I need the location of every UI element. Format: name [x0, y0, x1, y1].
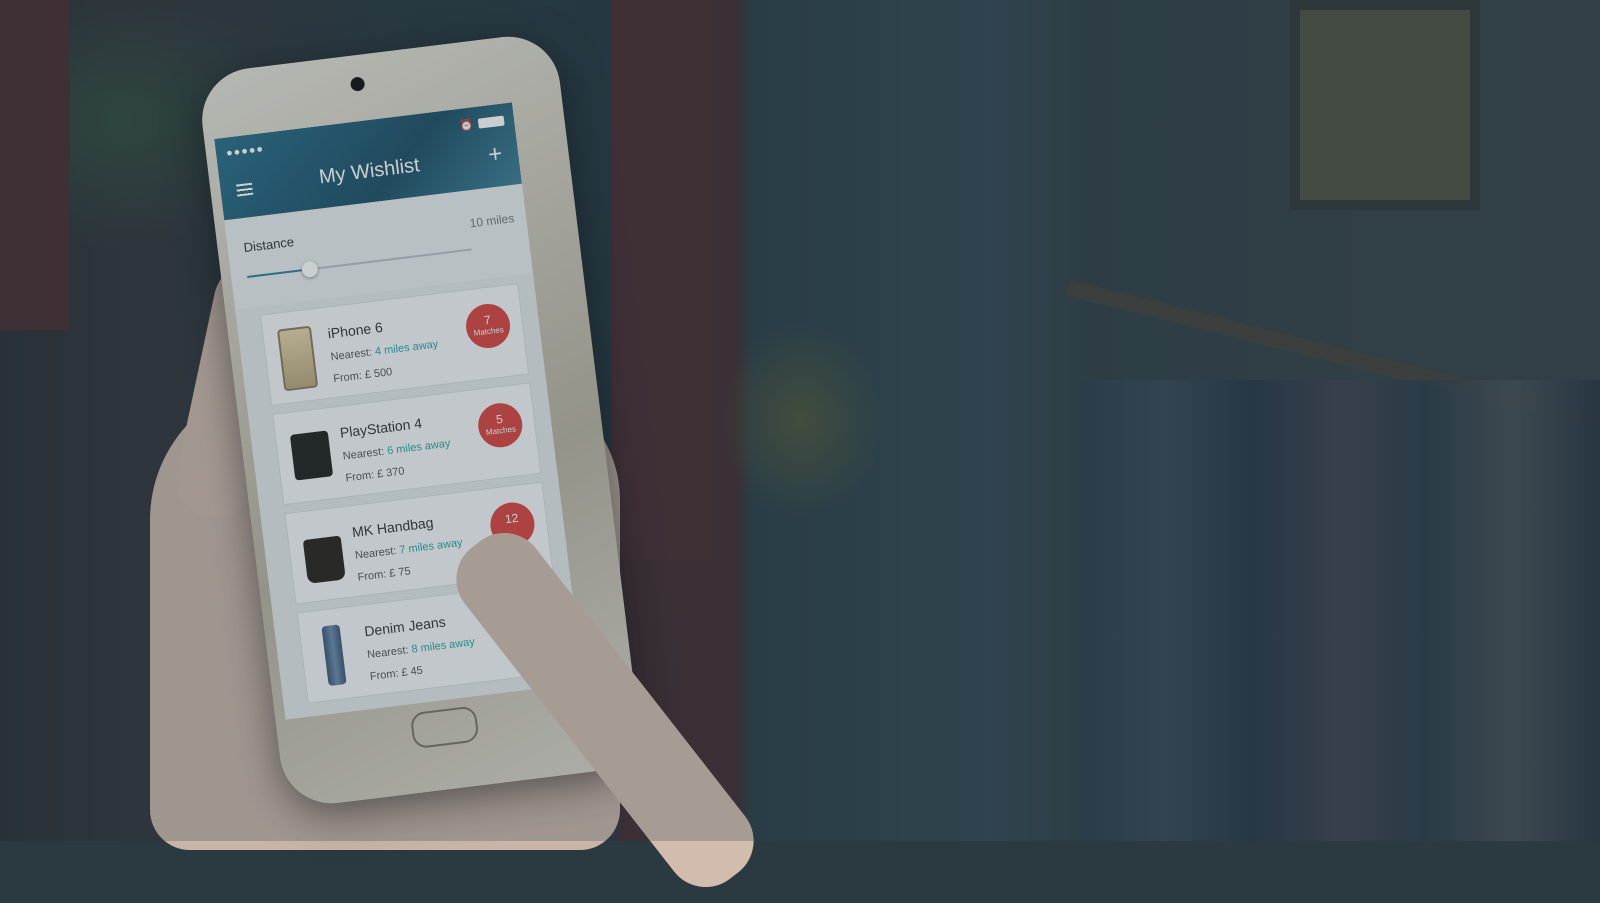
jeans-thumbnail [321, 624, 347, 687]
item-nearest: Nearest: 4 miles away [329, 338, 439, 364]
distance-value: 10 miles [468, 211, 515, 231]
matches-badge[interactable]: 7 Matches [463, 301, 513, 351]
playstation-thumbnail [289, 430, 334, 481]
item-nearest: Nearest: 6 miles away [342, 437, 452, 463]
signal-dots: ●●●●● [225, 143, 265, 160]
wall-shelf [1066, 280, 1600, 432]
item-nearest: Nearest: 8 miles away [366, 636, 476, 662]
distance-label: Distance [242, 234, 295, 256]
framed-poster [1290, 0, 1480, 210]
alarm-icon: ⏰ [459, 118, 475, 133]
home-button[interactable] [409, 705, 480, 750]
item-name: Denim Jeans [363, 613, 447, 640]
clothes-rack [1080, 380, 1600, 841]
red-pillar [612, 0, 712, 560]
item-name: iPhone 6 [326, 318, 384, 342]
item-price: From: £ 75 [357, 565, 412, 584]
distance-slider[interactable] [247, 248, 472, 279]
item-name: PlayStation 4 [338, 414, 423, 441]
handbag-thumbnail [302, 535, 346, 584]
matches-badge[interactable]: 5 Matches [475, 400, 525, 450]
slider-knob[interactable] [301, 260, 319, 279]
item-name: MK Handbag [351, 514, 435, 541]
red-banner [0, 0, 70, 330]
slider-fill [247, 268, 311, 278]
status-icons: ⏰ [459, 114, 505, 133]
iphone-thumbnail [276, 325, 319, 392]
item-price: From: £ 500 [332, 366, 393, 386]
item-price: From: £ 45 [369, 664, 424, 683]
item-nearest: Nearest: 7 miles away [354, 536, 464, 562]
item-price: From: £ 370 [344, 465, 406, 485]
battery-icon [477, 115, 505, 129]
front-camera [349, 76, 366, 92]
